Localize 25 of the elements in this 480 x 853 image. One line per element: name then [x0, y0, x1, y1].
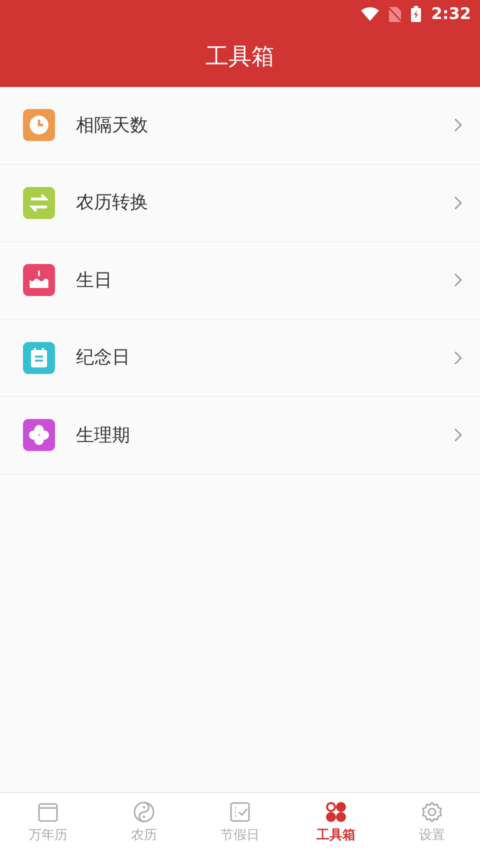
no-sim-icon: [389, 6, 402, 22]
tool-label: 农历转换: [76, 191, 149, 216]
chevron-right-icon: [454, 273, 462, 288]
tool-label: 生日: [76, 268, 113, 293]
tool-list-item[interactable]: 相隔天数: [0, 87, 480, 164]
tool-label: 纪念日: [76, 346, 131, 370]
nav-tab[interactable]: 工具箱: [288, 793, 384, 853]
tool-list-item[interactable]: 生日: [0, 242, 480, 320]
tool-label: 相隔天数: [76, 114, 149, 138]
checklist-icon: [228, 800, 252, 824]
chevron-right-icon: [454, 350, 462, 365]
tool-list-item[interactable]: 纪念日: [0, 320, 480, 397]
settings-icon: [420, 800, 444, 824]
tool-label: 生理期: [76, 424, 131, 448]
wifi-icon: [361, 7, 380, 21]
yin-yang-icon: [132, 800, 156, 824]
page-title: 工具箱: [206, 43, 274, 72]
battery-charging-icon: [411, 6, 422, 22]
grid-icon: [324, 800, 348, 824]
chevron-right-icon: [454, 118, 462, 132]
tool-list-item[interactable]: 农历转换: [0, 164, 480, 242]
tool-list-item[interactable]: 生理期: [0, 397, 480, 474]
status-time: 2:32: [431, 3, 471, 25]
chevron-right-icon: [454, 428, 462, 442]
chevron-right-icon: [454, 196, 462, 210]
